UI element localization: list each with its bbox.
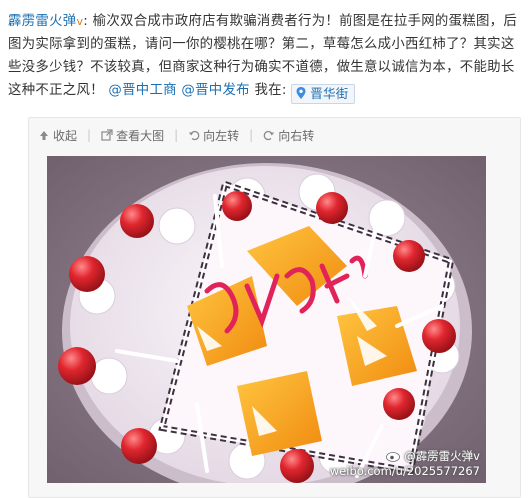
toolbar-divider: | bbox=[87, 128, 92, 142]
collapse-button[interactable]: 收起 bbox=[38, 127, 77, 144]
location-label: 晋华街 bbox=[310, 86, 349, 101]
author-separator: : bbox=[83, 14, 89, 29]
view-large-label: 查看大图 bbox=[116, 128, 165, 143]
cake-photo-drawing bbox=[47, 156, 486, 483]
weibo-watermark: @霹雳雷火弹v weibo.com/u/2025577267 bbox=[330, 449, 480, 479]
location-pin-icon bbox=[296, 87, 306, 99]
cake-photo[interactable]: @霹雳雷火弹v weibo.com/u/2025577267 bbox=[47, 156, 486, 483]
toolbar-divider: | bbox=[174, 128, 179, 142]
weibo-logo-icon bbox=[386, 450, 402, 462]
media-box: 收起 | 查看大图 | 向左转 | 向右转 @霹雳雷火弹v weibo.com/… bbox=[28, 117, 521, 498]
rotate-right-label: 向右转 bbox=[278, 128, 315, 143]
rotate-left-label: 向左转 bbox=[203, 128, 240, 143]
image-toolbar: 收起 | 查看大图 | 向左转 | 向右转 bbox=[29, 118, 520, 152]
rotate-left-button[interactable]: 向左转 bbox=[188, 127, 239, 144]
collapse-label: 收起 bbox=[53, 128, 78, 143]
post-text: 霹雳雷火弹v: 榆次双合成市政府店有欺骗消费者行为！前图是在拉手网的蛋糕图，后图… bbox=[8, 10, 521, 104]
view-large-button[interactable]: 查看大图 bbox=[101, 127, 164, 144]
rotate-left-icon bbox=[188, 130, 200, 141]
collapse-arrow-icon bbox=[40, 131, 48, 140]
mention-jinzhong-gongshang[interactable]: @晋中工商 bbox=[108, 83, 176, 98]
rotate-right-button[interactable]: 向右转 bbox=[263, 127, 314, 144]
author-link[interactable]: 霹雳雷火弹 bbox=[8, 14, 76, 29]
location-prefix: 我在: bbox=[254, 83, 287, 98]
rotate-right-icon bbox=[263, 130, 275, 141]
location-tag[interactable]: 晋华街 bbox=[291, 84, 355, 104]
weibo-post: 霹雳雷火弹v: 榆次双合成市政府店有欺骗消费者行为！前图是在拉手网的蛋糕图，后图… bbox=[0, 0, 529, 498]
watermark-handle: @霹雳雷火弹v bbox=[404, 449, 480, 463]
mention-jinzhong-fabu[interactable]: @晋中发布 bbox=[181, 83, 249, 98]
toolbar-divider: | bbox=[249, 128, 254, 142]
watermark-url: weibo.com/u/2025577267 bbox=[329, 464, 480, 478]
external-view-icon bbox=[101, 129, 113, 141]
